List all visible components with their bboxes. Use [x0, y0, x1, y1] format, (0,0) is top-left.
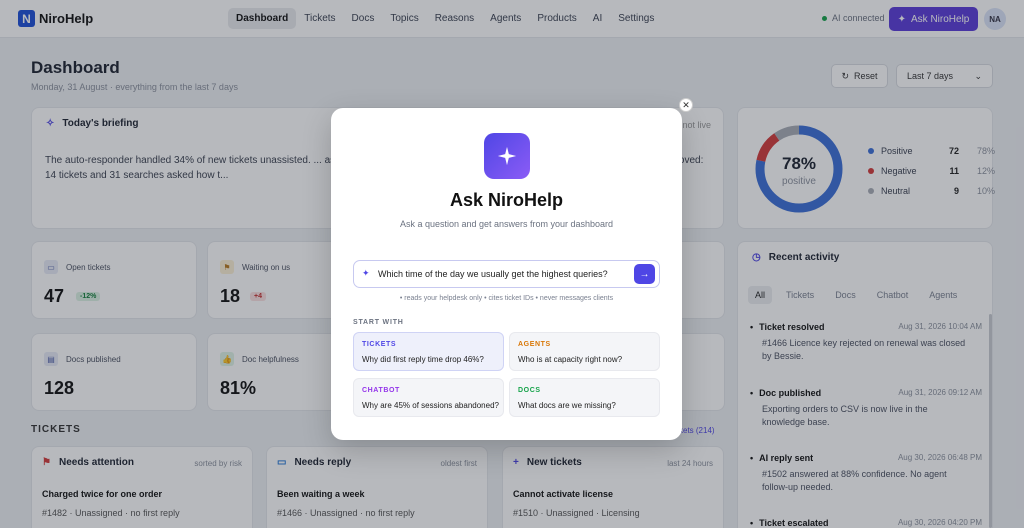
ask-hints: • reads your helpdesk only • cites ticke… [399, 295, 614, 302]
suggestion-question: What docs are we missing? [518, 401, 616, 410]
suggestion-tag: CHATBOT [362, 387, 400, 394]
suggestion-question: Why did first reply time drop 46%? [362, 355, 484, 364]
suggestion-agents[interactable]: AGENTS Who is at capacity right now? [509, 332, 660, 371]
sparkle-icon [497, 146, 517, 166]
start-with-label: START WITH [353, 319, 404, 326]
suggestion-tag: TICKETS [362, 341, 397, 348]
suggestion-tag: AGENTS [518, 341, 551, 348]
suggestion-docs[interactable]: DOCS What docs are we missing? [509, 378, 660, 417]
suggestion-tag: DOCS [518, 387, 541, 394]
modal-title: Ask NiroHelp [449, 190, 564, 210]
close-icon[interactable]: ✕ [679, 98, 693, 112]
suggestion-tickets[interactable]: TICKETS Why did first reply time drop 46… [353, 332, 504, 371]
ask-question-input[interactable]: Which time of the day we usually get the… [353, 260, 660, 288]
suggestion-question: Why are 45% of sessions abandoned? [362, 401, 499, 410]
sparkle-icon: ✦ [362, 268, 370, 278]
sparkle-logo-icon [484, 133, 530, 179]
send-button[interactable]: → [634, 264, 655, 284]
ask-nirohelp-modal: Ask NiroHelp Ask a question and get answ… [331, 108, 682, 440]
modal-subtitle: Ask a question and get answers from your… [399, 219, 614, 229]
arrow-right-icon: → [639, 268, 650, 280]
suggestion-question: Who is at capacity right now? [518, 355, 623, 364]
suggestion-chatbot[interactable]: CHATBOT Why are 45% of sessions abandone… [353, 378, 504, 417]
